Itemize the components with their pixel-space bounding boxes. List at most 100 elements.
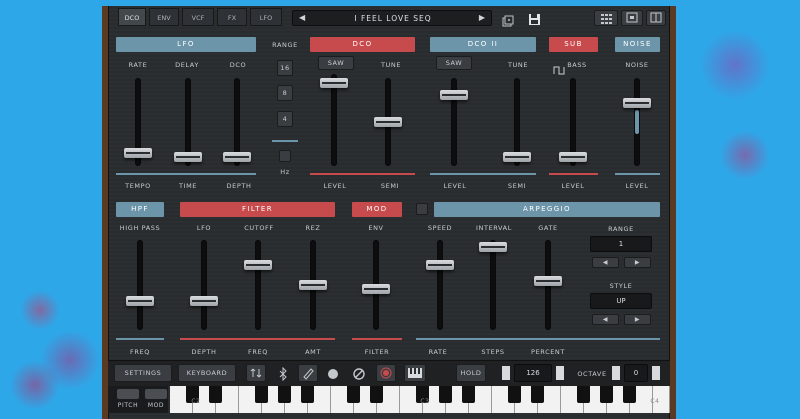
noise-level-label: LEVEL: [625, 182, 649, 190]
arp-style-label: STYLE: [609, 282, 633, 290]
bluetooth-icon[interactable]: [276, 366, 290, 382]
arp-range-down-button[interactable]: ◀: [592, 257, 619, 268]
black-key[interactable]: [347, 386, 360, 403]
lfo-rate-slider[interactable]: [124, 148, 152, 159]
dco2-semi-slider[interactable]: [503, 152, 531, 163]
record-icon[interactable]: [376, 364, 396, 382]
hpf-high-pass-label: HIGH PASS: [119, 224, 161, 232]
mod-wheel[interactable]: [145, 389, 167, 399]
tab-env[interactable]: ENV: [149, 8, 179, 26]
key-label-c4: C4: [650, 398, 660, 405]
arp-speed-slider[interactable]: [426, 260, 454, 270]
square-wave-icon: [553, 60, 565, 75]
arp-percent-label: PERCENT: [531, 348, 565, 356]
black-key[interactable]: [462, 386, 475, 403]
tab-dco[interactable]: DCO: [118, 8, 146, 26]
paint-splat: [720, 130, 770, 180]
preset-name: I FEEL LOVE SEQ: [354, 14, 432, 23]
stop-icon[interactable]: [352, 366, 366, 380]
hz-checkbox[interactable]: [279, 150, 291, 162]
arp-style-next-button[interactable]: ▶: [624, 314, 651, 325]
range-8-button[interactable]: 8: [277, 85, 293, 101]
range-divider: [272, 140, 298, 142]
pencil-icon[interactable]: [298, 364, 318, 382]
record-dot-icon[interactable]: [326, 366, 340, 380]
mod-filter-label: FILTER: [364, 348, 390, 356]
tempo-down-button[interactable]: [502, 366, 510, 380]
mod-env-slider[interactable]: [362, 284, 390, 294]
lfo-header: LFO: [116, 37, 256, 52]
lfo-delay-slider[interactable]: [174, 152, 202, 163]
dco2-semi-label: SEMI: [507, 182, 527, 190]
lfo-tempo-label: TEMPO: [125, 182, 151, 190]
filter-cutoff-slider[interactable]: [244, 260, 272, 270]
hpf-slider[interactable]: [126, 296, 154, 306]
settings-button[interactable]: SETTINGS: [114, 364, 172, 382]
preset-next-button[interactable]: ▶: [479, 13, 485, 22]
black-key[interactable]: [577, 386, 590, 403]
lfo-dco-label: DCO: [229, 61, 247, 69]
sub-level-slider[interactable]: [559, 152, 587, 163]
window-icon[interactable]: [621, 10, 643, 26]
arp-range-value: 1: [590, 236, 652, 252]
tab-vcf[interactable]: VCF: [182, 8, 214, 26]
tempo-value: 126: [514, 364, 552, 382]
arp-gate-slider[interactable]: [534, 276, 562, 286]
black-key[interactable]: [278, 386, 291, 403]
randomize-dice-icon[interactable]: [502, 12, 514, 27]
paint-splat: [700, 30, 770, 100]
dco-divider: [310, 173, 415, 175]
mod-header: MOD: [352, 202, 402, 217]
dco-level-label: LEVEL: [323, 182, 347, 190]
grid-view-icon[interactable]: [594, 10, 618, 26]
sub-divider: [549, 173, 598, 175]
keyboard-button[interactable]: KEYBOARD: [178, 364, 236, 382]
filter-freq-label: FREQ: [248, 348, 268, 356]
save-icon[interactable]: [528, 11, 541, 25]
chord-arrows-icon[interactable]: [246, 364, 266, 382]
black-key[interactable]: [600, 386, 613, 403]
octave-up-button[interactable]: [652, 366, 660, 380]
black-key[interactable]: [531, 386, 544, 403]
filter-amt-label: AMT: [305, 348, 321, 356]
arp-interval-slider[interactable]: [479, 241, 507, 252]
black-key[interactable]: [439, 386, 452, 403]
arp-style-prev-button[interactable]: ◀: [592, 314, 619, 325]
black-key[interactable]: [301, 386, 314, 403]
mod-env-label: ENV: [368, 224, 384, 232]
tempo-up-button[interactable]: [556, 366, 564, 380]
noise-level-slider[interactable]: [623, 97, 651, 108]
dco-wave-button[interactable]: SAW: [318, 56, 354, 70]
dco-level-slider[interactable]: [320, 78, 348, 89]
black-key[interactable]: [623, 386, 636, 403]
piano-icon[interactable]: [404, 364, 426, 382]
hpf-freq-label: FREQ: [130, 348, 150, 356]
filter-divider: [180, 338, 335, 340]
arp-speed-slider-track: [437, 240, 443, 330]
arpeggio-toggle[interactable]: [416, 203, 428, 215]
dco-tune-slider[interactable]: [374, 117, 402, 127]
preset-prev-button[interactable]: ◀: [299, 13, 305, 22]
dco2-wave-button[interactable]: SAW: [436, 56, 472, 70]
lfo-dco-slider[interactable]: [223, 152, 251, 163]
sub-bass-label: BASS: [567, 61, 587, 69]
pitch-wheel[interactable]: [117, 389, 139, 399]
filter-rez-label: REZ: [305, 224, 321, 232]
arp-range-up-button[interactable]: ▶: [624, 257, 651, 268]
split-view-icon[interactable]: [646, 10, 666, 26]
lfo-rate-label: RATE: [128, 61, 148, 69]
dco2-level-slider[interactable]: [440, 89, 468, 100]
filter-rez-slider[interactable]: [299, 280, 327, 290]
octave-down-button[interactable]: [612, 366, 620, 380]
hold-button[interactable]: HOLD: [456, 364, 486, 382]
preset-selector[interactable]: ◀ I FEEL LOVE SEQ ▶: [292, 10, 492, 26]
filter-lfo-slider[interactable]: [190, 296, 218, 306]
black-key[interactable]: [209, 386, 222, 403]
black-key[interactable]: [508, 386, 521, 403]
tab-lfo[interactable]: LFO: [250, 8, 282, 26]
range-16-button[interactable]: 16: [277, 60, 293, 76]
tab-fx[interactable]: FX: [217, 8, 247, 26]
range-4-button[interactable]: 4: [277, 111, 293, 127]
black-key[interactable]: [370, 386, 383, 403]
black-key[interactable]: [255, 386, 268, 403]
